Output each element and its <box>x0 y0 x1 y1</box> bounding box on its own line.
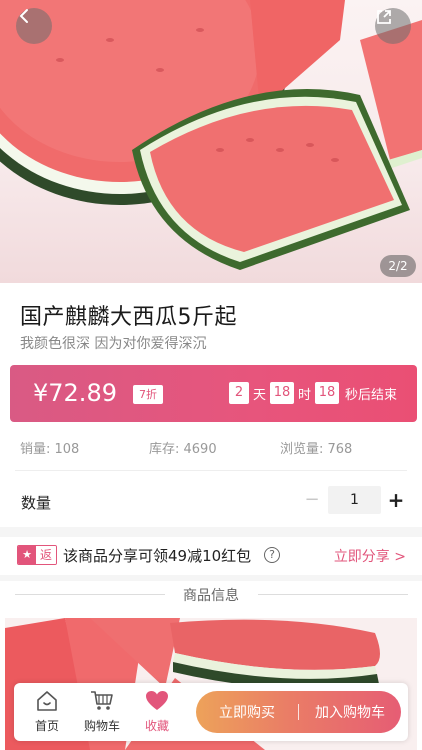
quantity-label: 数量 <box>21 494 52 512</box>
quantity-input[interactable]: 1 <box>328 486 381 514</box>
divider <box>15 470 407 471</box>
quantity-increase-button[interactable]: + <box>385 486 407 514</box>
countdown-tail: 秒后结束 <box>344 387 397 403</box>
nav-cart[interactable]: 购物车 <box>77 689 127 734</box>
discount-badge: 7折 <box>133 385 163 404</box>
nav-cart-label: 购物车 <box>83 719 120 733</box>
nav-favorite-label: 收藏 <box>144 719 169 733</box>
share-promo-text: 该商品分享可领49减10红包 <box>63 547 252 565</box>
watermelon-image <box>0 0 422 270</box>
quantity-decrease-button[interactable]: − <box>302 486 322 514</box>
section-line-right <box>258 594 408 595</box>
bottom-action-bar: 首页 购物车 收藏 立即购买 加入购物车 <box>14 683 408 741</box>
purchase-actions: 立即购买 加入购物车 <box>196 691 401 733</box>
sales-count: 销量: 108 <box>20 442 80 457</box>
stock-count: 库存: 4690 <box>149 442 217 457</box>
view-count: 浏览量: 768 <box>280 442 353 457</box>
rebate-badge: ★ 返 <box>17 545 58 565</box>
countdown-hours: 18 <box>269 382 294 404</box>
nav-favorite[interactable]: 收藏 <box>132 689 182 734</box>
heart-icon <box>146 691 168 710</box>
buy-now-button[interactable]: 立即购买 <box>196 702 298 722</box>
share-now-link[interactable]: 立即分享 > <box>334 546 406 566</box>
countdown-minutes: 18 <box>314 382 339 404</box>
countdown-hours-unit: 时 <box>297 387 311 403</box>
section-gap <box>0 575 422 581</box>
product-stats: 销量: 108 库存: 4690 浏览量: 768 <box>0 438 422 458</box>
product-title: 国产麒麟大西瓜5斤起 <box>20 305 237 330</box>
nav-home[interactable]: 首页 <box>22 689 72 734</box>
section-title: 商品信息 <box>183 588 239 604</box>
countdown-timer: 2 天 18 时 18 秒后结束 <box>228 382 397 404</box>
product-image-carousel[interactable]: 2/2 <box>0 0 422 283</box>
page-indicator: 2/2 <box>380 255 416 277</box>
section-gap <box>0 527 422 537</box>
help-icon[interactable]: ? <box>264 547 280 563</box>
add-to-cart-button[interactable]: 加入购物车 <box>299 702 401 722</box>
countdown-days: 2 <box>228 382 249 404</box>
countdown-days-unit: 天 <box>252 387 266 403</box>
star-icon: ★ <box>18 546 36 564</box>
price: ¥72.89 <box>33 379 117 407</box>
rebate-badge-text: 返 <box>36 546 57 564</box>
nav-home-label: 首页 <box>34 719 59 733</box>
cart-icon <box>91 691 113 710</box>
share-out-icon <box>377 10 391 24</box>
product-subtitle: 我颜色很深 因为对你爱得深沉 <box>20 336 207 352</box>
back-button[interactable] <box>16 8 52 44</box>
flash-sale-bar: ¥72.89 7折 2 天 18 时 18 秒后结束 <box>10 365 417 422</box>
chevron-left-icon <box>19 9 28 23</box>
home-icon <box>37 691 57 711</box>
share-button[interactable] <box>375 8 411 44</box>
